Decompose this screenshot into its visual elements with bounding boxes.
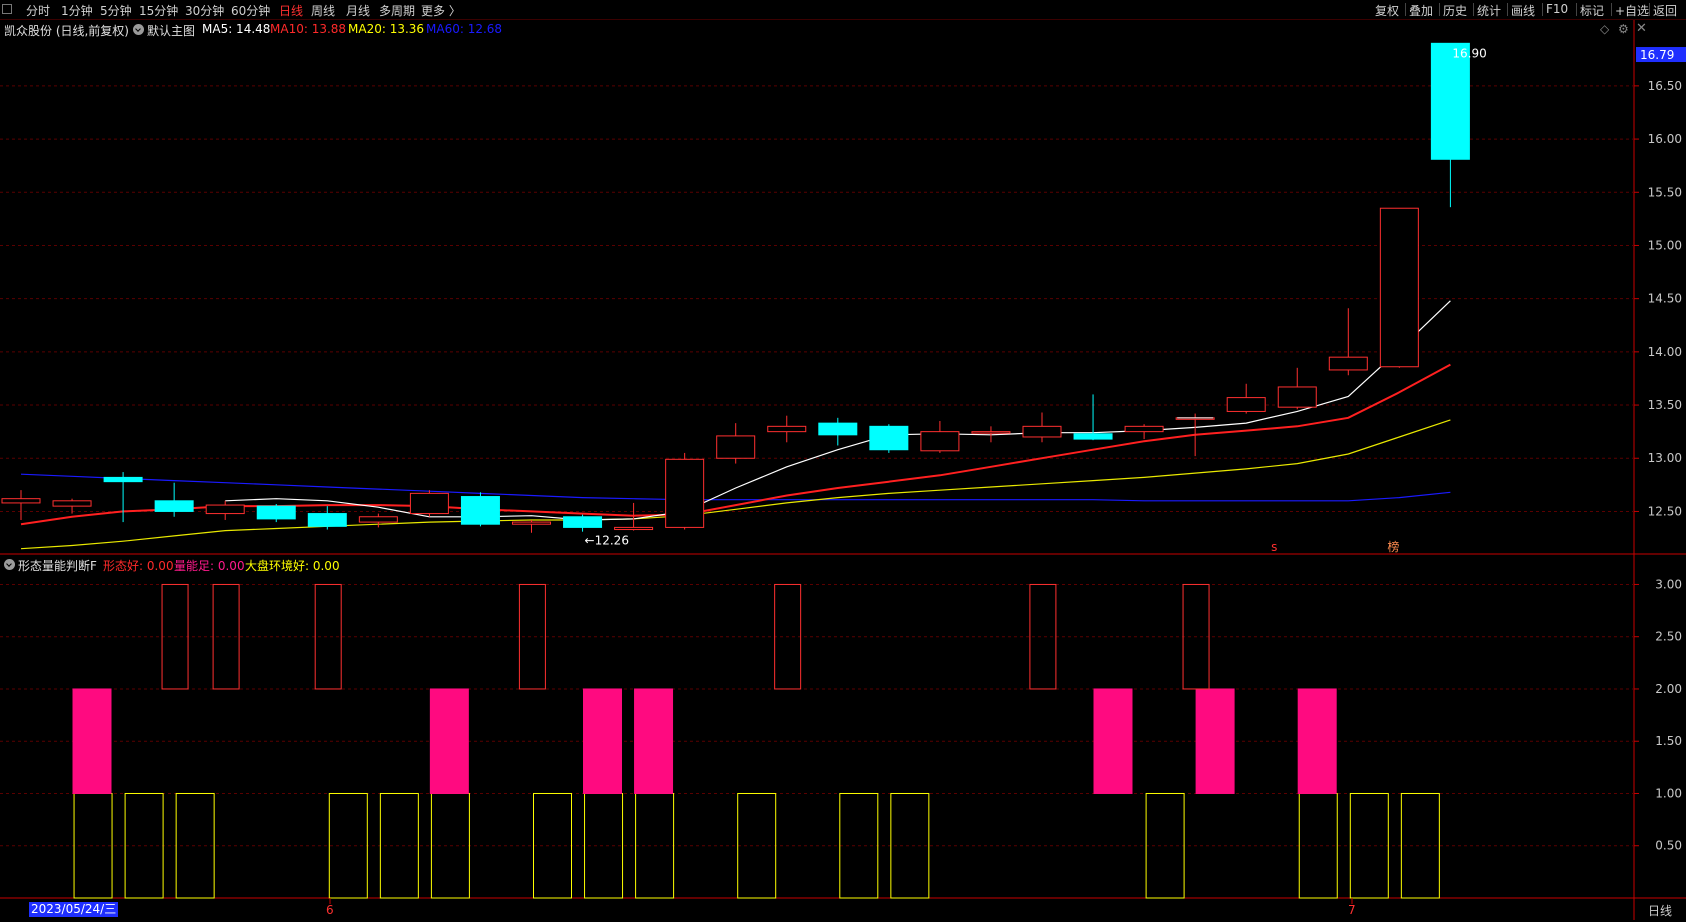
low-price-label: ←12.26 (585, 534, 629, 548)
signal-marker-s: s (1271, 540, 1277, 554)
main-y-tick-label: 12.50 (1648, 504, 1682, 518)
main-y-tick-label: 15.00 (1648, 238, 1682, 252)
candle-body (665, 458, 705, 528)
candle-body (767, 425, 807, 433)
liang-neng-bar (1093, 688, 1133, 794)
liang-neng-bar (72, 688, 112, 794)
signal-marker-bang: 榜 (1387, 539, 1399, 554)
candle-body (52, 500, 92, 507)
candle-body (103, 476, 143, 483)
sub-y-tick-label: 3.00 (1655, 577, 1682, 591)
liang-neng-bar (1195, 688, 1235, 794)
period-label: 日线 (1648, 904, 1673, 918)
candle-body (869, 425, 909, 451)
liang-neng-bar (634, 688, 674, 794)
main-y-tick-label: 14.50 (1648, 292, 1682, 306)
candle-body (1226, 397, 1266, 412)
candle-body (563, 516, 603, 528)
main-y-tick-label: 16.00 (1648, 132, 1682, 146)
main-y-tick-label: 13.00 (1648, 451, 1682, 465)
month-label-6: 6 (326, 903, 334, 917)
main-y-tick-label: 14.00 (1648, 345, 1682, 359)
sub-y-tick-label: 0.50 (1655, 839, 1682, 853)
candle-body (154, 500, 194, 512)
candle-body (205, 504, 245, 515)
candle-body (1, 498, 41, 504)
candle-body (256, 505, 296, 520)
candle-body (358, 516, 398, 523)
candle-body (1328, 356, 1368, 371)
sub-y-tick-label: 1.00 (1655, 786, 1682, 800)
candle-body (307, 513, 347, 527)
month-label-7: 7 (1348, 903, 1356, 917)
sub-y-tick-label: 2.00 (1655, 682, 1682, 696)
candle-body (1430, 42, 1470, 160)
candle-body (1379, 207, 1419, 368)
last-price-tag: 16.79 (1640, 48, 1674, 62)
sub-y-tick-label: 2.50 (1655, 630, 1682, 644)
high-price-label: 16.90 (1452, 46, 1486, 60)
candle-body (409, 492, 449, 515)
candle-body (716, 435, 756, 459)
main-y-tick-label: 13.50 (1648, 398, 1682, 412)
candle-body (971, 431, 1011, 434)
chart-canvas[interactable]: 12.50 13.00 13.50 14.00 14.50 15.00 15.50 16.00… (0, 0, 1686, 922)
liang-neng-bar (429, 688, 469, 794)
sub-y-tick-label: 1.50 (1655, 734, 1682, 748)
main-y-tick-label: 15.50 (1648, 185, 1682, 199)
liang-neng-bar (1297, 688, 1337, 794)
candle-body (512, 521, 551, 525)
candle-body (614, 526, 654, 531)
candle-body (1073, 433, 1113, 440)
da-pan-bar (1400, 792, 1440, 899)
candle-body (1124, 425, 1164, 433)
liang-neng-bar (583, 688, 622, 794)
candle-body (460, 496, 500, 525)
candle-body (1277, 386, 1317, 408)
candle-body (1022, 425, 1062, 438)
cursor-date-label: 2023/05/24/三 (29, 902, 119, 917)
candle-body (818, 422, 858, 436)
main-y-tick-label: 16.50 (1648, 79, 1682, 93)
candle-body (920, 431, 960, 452)
